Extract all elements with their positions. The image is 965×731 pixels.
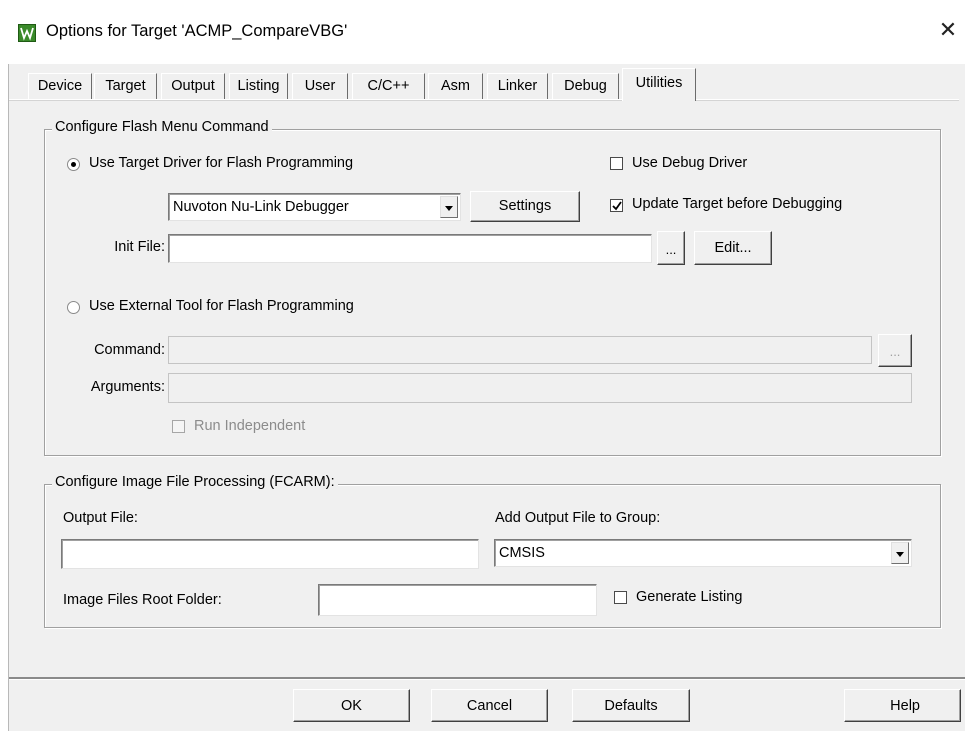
output-group-select[interactable]: CMSIS xyxy=(494,539,912,567)
checkmark-icon xyxy=(612,201,622,211)
tab-strip-shadow xyxy=(9,100,959,101)
output-group-value: CMSIS xyxy=(499,545,545,561)
tab-label: C/C++ xyxy=(367,78,410,94)
flash-menu-group-title: Configure Flash Menu Command xyxy=(52,119,272,135)
tab-label: User xyxy=(304,78,336,94)
update-target-checkbox[interactable] xyxy=(610,199,623,212)
use-target-driver-label: Use Target Driver for Flash Programming xyxy=(89,155,354,171)
use-target-driver-radio[interactable] xyxy=(67,158,80,171)
arguments-input[interactable] xyxy=(168,373,912,403)
cancel-button[interactable]: Cancel xyxy=(431,689,548,722)
tab-listing[interactable]: Listing xyxy=(229,73,288,99)
output-file-input[interactable] xyxy=(61,539,479,569)
tab-target[interactable]: Target xyxy=(94,73,157,99)
run-independent-checkbox[interactable] xyxy=(172,420,185,433)
use-debug-driver-checkbox[interactable] xyxy=(610,157,623,170)
tab-asm[interactable]: Asm xyxy=(428,73,483,99)
chevron-down-icon[interactable] xyxy=(891,542,909,564)
radio-dot xyxy=(71,162,76,167)
command-browse-button[interactable]: ... xyxy=(878,334,912,367)
root-folder-label: Image Files Root Folder: xyxy=(63,592,222,608)
keil-uvision-icon xyxy=(18,24,36,42)
tab-label: Device xyxy=(37,78,83,94)
flash-driver-select[interactable]: Nuvoton Nu-Link Debugger xyxy=(168,193,461,221)
tab-user[interactable]: User xyxy=(292,73,348,99)
tab-label: Target xyxy=(105,78,146,94)
root-folder-input[interactable] xyxy=(318,584,597,616)
edit-button[interactable]: Edit... xyxy=(694,231,772,265)
settings-button[interactable]: Settings xyxy=(470,191,580,222)
add-output-group-label: Add Output File to Group: xyxy=(495,510,661,526)
tab-label: Asm xyxy=(441,78,470,94)
init-file-label: Init File: xyxy=(114,239,165,255)
defaults-button[interactable]: Defaults xyxy=(572,689,690,722)
use-debug-driver-label: Use Debug Driver xyxy=(632,155,748,171)
init-file-input[interactable] xyxy=(168,234,652,263)
image-processing-group-title: Configure Image File Processing (FCARM): xyxy=(52,474,338,490)
init-file-browse-button[interactable]: ... xyxy=(657,231,685,265)
tab-debug[interactable]: Debug xyxy=(552,73,619,99)
tab-device[interactable]: Device xyxy=(28,73,92,99)
run-independent-label: Run Independent xyxy=(194,418,306,434)
close-icon[interactable]: ✕ xyxy=(936,18,960,42)
generate-listing-checkbox[interactable] xyxy=(614,591,627,604)
flash-driver-value: Nuvoton Nu-Link Debugger xyxy=(173,199,349,215)
update-target-label: Update Target before Debugging xyxy=(632,196,843,212)
use-external-tool-radio[interactable] xyxy=(67,301,80,314)
tab-label: Listing xyxy=(237,78,280,94)
use-external-tool-label: Use External Tool for Flash Programming xyxy=(89,298,354,314)
flash-menu-group xyxy=(44,129,941,456)
help-button[interactable]: Help xyxy=(844,689,961,722)
tab-label: Output xyxy=(171,78,215,94)
command-input[interactable] xyxy=(168,336,872,364)
tab-label: Linker xyxy=(497,78,538,94)
chevron-down-icon[interactable] xyxy=(440,196,458,218)
tab-label: Utilities xyxy=(635,75,683,91)
window-left-edge xyxy=(0,64,9,731)
generate-listing-label: Generate Listing xyxy=(636,589,743,605)
tab-utilities[interactable]: Utilities xyxy=(622,68,696,101)
output-file-label: Output File: xyxy=(63,510,138,526)
window-title: Options for Target 'ACMP_CompareVBG' xyxy=(46,22,348,40)
ok-button[interactable]: OK xyxy=(293,689,410,722)
tab-linker[interactable]: Linker xyxy=(487,73,548,99)
command-label: Command: xyxy=(94,342,165,358)
tab-label: Debug xyxy=(564,78,607,94)
arguments-label: Arguments: xyxy=(90,379,165,395)
tab-output[interactable]: Output xyxy=(161,73,225,99)
tab-cpp[interactable]: C/C++ xyxy=(352,73,425,99)
